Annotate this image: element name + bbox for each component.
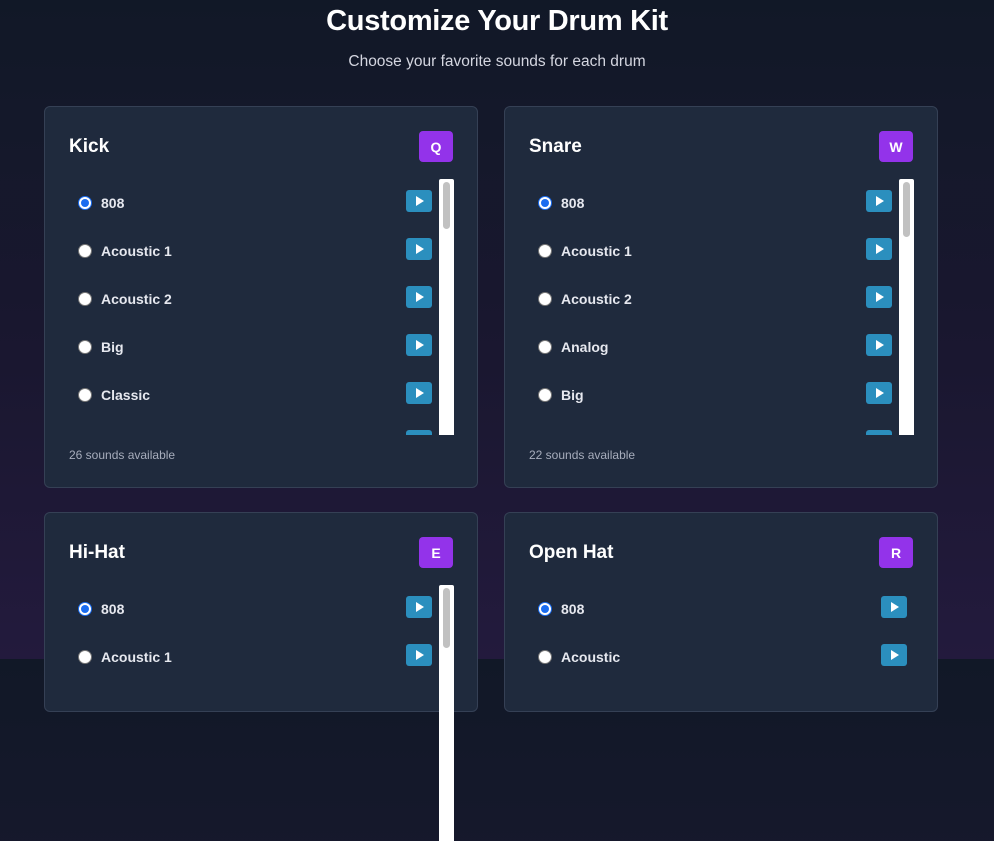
sound-option[interactable]: Gritty xyxy=(69,419,432,435)
scrollbar-thumb[interactable] xyxy=(903,182,910,237)
sound-radio[interactable] xyxy=(78,340,92,354)
key-badge: W xyxy=(879,131,913,162)
sound-label: 808 xyxy=(101,601,125,617)
sound-option[interactable]: Acoustic 1 xyxy=(69,227,432,275)
key-badge: R xyxy=(879,537,913,568)
sound-label: Big xyxy=(101,339,124,355)
play-icon[interactable] xyxy=(406,190,432,212)
sound-radio[interactable] xyxy=(78,602,92,616)
sound-radio[interactable] xyxy=(538,340,552,354)
sound-option[interactable]: Acoustic 1 xyxy=(529,227,892,275)
sound-radio[interactable] xyxy=(538,650,552,664)
play-icon[interactable] xyxy=(866,238,892,260)
sound-list[interactable]: 808 Acoustic 1 Acoustic 2 Analog Big Block xyxy=(529,179,892,435)
sound-label: Acoustic 1 xyxy=(101,649,172,665)
play-icon[interactable] xyxy=(866,286,892,308)
play-icon[interactable] xyxy=(406,286,432,308)
play-icon[interactable] xyxy=(406,644,432,666)
sound-radio[interactable] xyxy=(78,650,92,664)
sound-label: Analog xyxy=(561,339,609,355)
sound-label: Acoustic 2 xyxy=(561,291,632,307)
sound-radio[interactable] xyxy=(78,196,92,210)
drum-card-title: Hi-Hat xyxy=(69,542,125,563)
page-title: Customize Your Drum Kit xyxy=(326,5,668,37)
sound-option[interactable]: 808 xyxy=(69,585,432,633)
sound-radio[interactable] xyxy=(538,388,552,402)
drum-card-snare: Snare W 808 Acoustic 1 Acoustic 2 Analog Big… xyxy=(504,106,938,488)
play-icon[interactable] xyxy=(406,382,432,404)
play-icon[interactable] xyxy=(406,430,432,435)
sound-label: Big xyxy=(561,387,584,403)
play-icon[interactable] xyxy=(881,644,907,666)
sound-radio[interactable] xyxy=(538,292,552,306)
sound-option[interactable]: Acoustic 2 xyxy=(69,275,432,323)
sound-option[interactable]: Analog xyxy=(529,323,892,371)
sound-option[interactable]: 808 xyxy=(69,179,432,227)
play-icon[interactable] xyxy=(881,596,907,618)
sound-radio[interactable] xyxy=(78,388,92,402)
sound-label: Acoustic 1 xyxy=(101,243,172,259)
sound-radio[interactable] xyxy=(538,244,552,258)
play-icon[interactable] xyxy=(866,430,892,435)
sound-option[interactable]: Big xyxy=(529,371,892,419)
sound-option[interactable]: 808 xyxy=(529,585,907,633)
drum-card-title: Snare xyxy=(529,136,582,157)
scrollbar-thumb[interactable] xyxy=(443,588,450,648)
play-icon[interactable] xyxy=(406,334,432,356)
sound-list-scrollbar[interactable] xyxy=(899,179,914,435)
sound-radio[interactable] xyxy=(78,292,92,306)
play-icon[interactable] xyxy=(406,238,432,260)
page-subtitle: Choose your favorite sounds for each dru… xyxy=(348,53,646,70)
sound-option[interactable]: Acoustic xyxy=(529,633,907,681)
scrollbar-thumb[interactable] xyxy=(443,182,450,229)
sound-option[interactable]: Block xyxy=(529,419,892,435)
sound-label: 808 xyxy=(561,195,585,211)
sound-option[interactable]: Acoustic 2 xyxy=(529,275,892,323)
drum-card-hi-hat: Hi-Hat E 808 Acoustic 1 xyxy=(44,512,478,841)
sound-label: 808 xyxy=(561,601,585,617)
sound-count: 26 sounds available xyxy=(69,448,176,462)
sound-label: 808 xyxy=(101,195,125,211)
play-icon[interactable] xyxy=(406,596,432,618)
play-icon[interactable] xyxy=(866,190,892,212)
sound-option[interactable]: Classic xyxy=(69,371,432,419)
play-icon[interactable] xyxy=(866,382,892,404)
sound-list-scrollbar[interactable] xyxy=(439,585,454,841)
sound-label: Acoustic 1 xyxy=(561,243,632,259)
sound-list[interactable]: 808 Acoustic 1 Acoustic 2 Big Classic Gritty xyxy=(69,179,432,435)
sound-label: Acoustic 2 xyxy=(101,291,172,307)
key-badge: E xyxy=(419,537,453,568)
play-icon[interactable] xyxy=(866,334,892,356)
sound-radio[interactable] xyxy=(538,196,552,210)
drum-card-kick: Kick Q 808 Acoustic 1 Acoustic 2 Big Classic… xyxy=(44,106,478,488)
sound-list[interactable]: 808 Acoustic 1 xyxy=(69,585,432,841)
drum-card-title: Open Hat xyxy=(529,542,614,563)
key-badge: Q xyxy=(419,131,453,162)
drum-card-open-hat: Open Hat R 808 Acoustic xyxy=(504,512,938,712)
sound-label: Acoustic xyxy=(561,649,621,665)
sound-count: 22 sounds available xyxy=(529,448,636,462)
sound-option[interactable]: Big xyxy=(69,323,432,371)
sound-list-scrollbar[interactable] xyxy=(439,179,454,435)
sound-option[interactable]: Acoustic 1 xyxy=(69,633,432,681)
sound-label: Classic xyxy=(101,387,151,403)
sound-list[interactable]: 808 Acoustic xyxy=(529,585,907,841)
sound-option[interactable]: 808 xyxy=(529,179,892,227)
sound-radio[interactable] xyxy=(538,602,552,616)
sound-radio[interactable] xyxy=(78,244,92,258)
drum-card-title: Kick xyxy=(69,136,110,157)
